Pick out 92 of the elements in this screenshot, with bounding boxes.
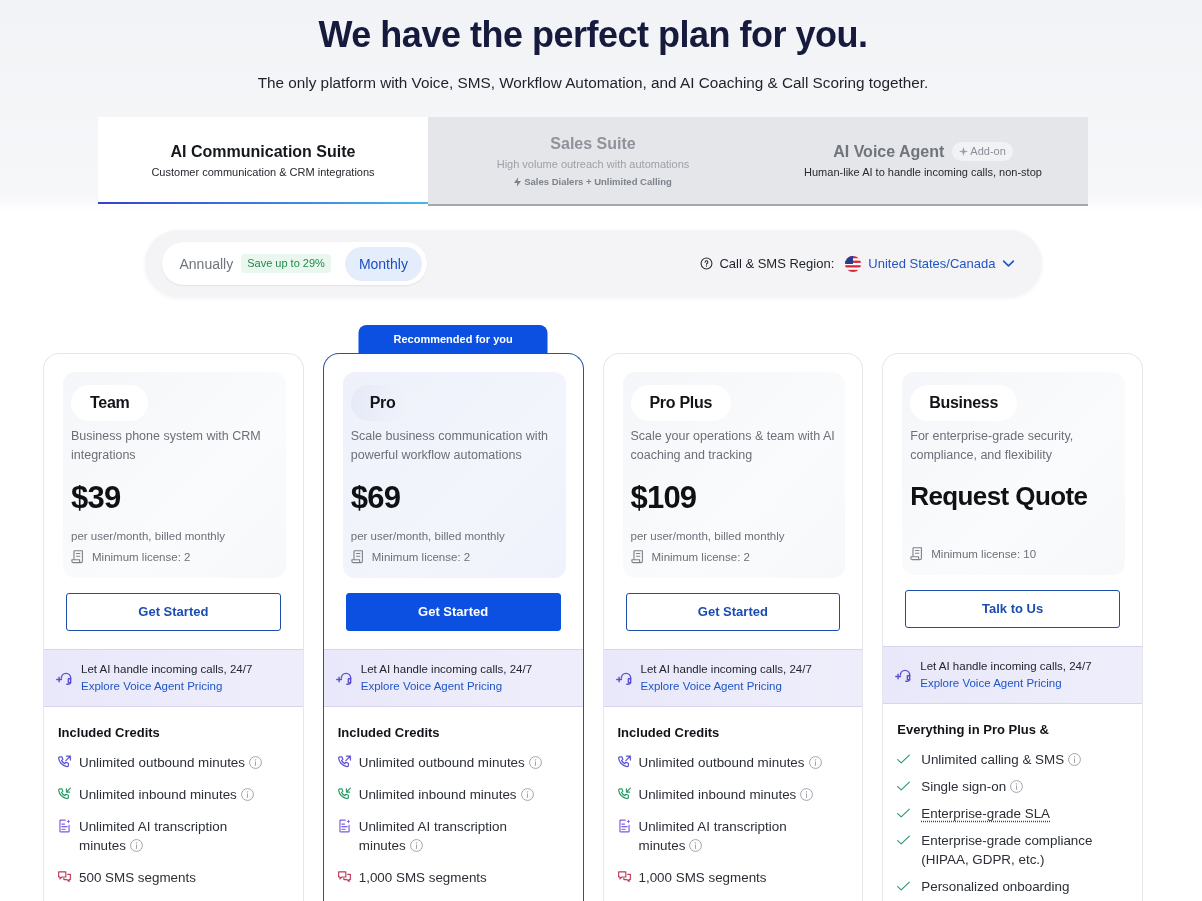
features-heading: Included Credits: [58, 724, 161, 741]
pricing-link[interactable]: Explore Voice Agent Pricing: [360, 678, 503, 695]
plan-description: Scale your operations & team with AI coaching and tracking: [630, 428, 836, 464]
action-button[interactable]: Get Started: [345, 593, 561, 631]
check-icon: [897, 752, 911, 766]
chevron-down-icon: [1001, 257, 1015, 270]
addon-badge: Add-on: [952, 142, 1013, 161]
plan-price: $39: [71, 480, 121, 516]
action-button[interactable]: Get Started: [625, 593, 841, 631]
billing-option[interactable]: Annually: [165, 246, 242, 281]
headset-plus-icon: [335, 670, 353, 686]
feature-text: Unlimited inbound minutes: [358, 787, 517, 802]
billing-note: per user/month, billed monthly: [350, 529, 505, 544]
minimum-license-text: Minimum license: 10: [931, 547, 1037, 562]
document-icon: [71, 550, 84, 564]
feature-text: Unlimited outbound minutes: [638, 755, 805, 770]
plan-description: For enterprise-grade security, compliance, and flexibility: [910, 428, 1075, 464]
chat-bubbles-icon: [337, 870, 351, 884]
plan-description: Business phone system with CRM integrations: [71, 428, 262, 464]
plan-price: $109: [630, 480, 697, 516]
pricing-link[interactable]: Explore Voice Agent Pricing: [81, 678, 223, 695]
feature-text: Personalized onboarding: [921, 879, 1070, 894]
feature-text: Enterprise-grade compliance (HIPAA, GDPR, etc.): [921, 833, 1093, 867]
feature-text: Unlimited outbound minutes: [79, 755, 245, 770]
promo-text: Let AI handle incoming calls, 24/7: [920, 659, 1092, 674]
chat-bubbles-icon: [58, 870, 71, 884]
pricing-link[interactable]: Explore Voice Agent Pricing: [920, 675, 1062, 692]
feature-text: Unlimited AI transcription minutes: [79, 819, 228, 853]
document-sparkle-icon: [58, 819, 71, 833]
features-heading: Everything in Pro Plus &: [897, 721, 1050, 738]
discount-badge: Save up to 29%: [241, 254, 331, 273]
page-subtitle: The only platform with Voice, SMS, Workflow Automation, and AI Coaching & Call Scoring together.: [257, 73, 929, 93]
minimum-license-text: Minimum license: 2: [371, 550, 471, 565]
sparkle-icon: [959, 147, 969, 156]
plan-name: Team: [71, 385, 149, 421]
check-icon: [897, 806, 911, 820]
phone-outgoing-icon: [58, 755, 71, 769]
plan-price: Request Quote: [910, 480, 1088, 513]
feature-text: 1,000 SMS segments: [638, 870, 767, 885]
minimum-license-text: Minimum license: 2: [651, 550, 750, 565]
region-label: Call & SMS Region:: [719, 254, 835, 273]
check-icon: [897, 779, 911, 793]
check-icon: [897, 833, 911, 847]
feature-text: 500 SMS segments: [79, 870, 196, 885]
flag-icon: [844, 254, 863, 273]
plan-description: Scale business communication with powerful workflow automations: [350, 428, 550, 464]
phone-outgoing-icon: [337, 755, 351, 769]
document-icon: [350, 550, 364, 564]
promo-text: Let AI handle incoming calls, 24/7: [360, 662, 533, 677]
document-sparkle-icon: [617, 819, 631, 833]
recommended-banner: Recommended for you: [358, 325, 548, 354]
check-icon: [897, 879, 911, 893]
feature-text: Single sign-on: [921, 779, 1007, 794]
headset-plus-icon: [615, 670, 633, 686]
promo-text: Let AI handle incoming calls, 24/7: [640, 662, 812, 677]
features-heading: Included Credits: [337, 724, 441, 741]
headset-plus-icon: [895, 667, 913, 683]
feature-text: Unlimited inbound minutes: [79, 787, 237, 802]
suite-tab[interactable]: AI Communication Suite Customer communication & CRM integrations: [98, 117, 428, 206]
billing-option[interactable]: Monthly: [344, 246, 422, 281]
feature-text: 1,000 SMS segments: [358, 870, 487, 885]
plan-name: Business: [910, 385, 1017, 421]
feature-text: Unlimited outbound minutes: [358, 755, 525, 770]
feature-text: Unlimited calling & SMS: [921, 752, 1065, 767]
document-icon: [630, 550, 644, 564]
plan-price: $69: [350, 480, 401, 516]
document-sparkle-icon: [337, 819, 351, 833]
region-dropdown[interactable]: United States/Canada: [844, 253, 1015, 274]
phone-incoming-icon: [337, 787, 351, 801]
promo-text: Let AI handle incoming calls, 24/7: [81, 662, 253, 677]
plan-name: Pro Plus: [630, 385, 731, 421]
chat-bubbles-icon: [617, 870, 631, 884]
headset-plus-icon: [56, 670, 73, 686]
feature-text: Enterprise-grade SLA: [921, 806, 1051, 821]
minimum-license-text: Minimum license: 2: [92, 550, 191, 565]
phone-incoming-icon: [617, 787, 631, 801]
help-icon: [700, 257, 714, 270]
action-button[interactable]: Talk to Us: [905, 590, 1120, 628]
document-icon: [910, 547, 924, 561]
action-button[interactable]: Get Started: [66, 593, 281, 631]
bolt-icon: [514, 176, 522, 187]
feature-text: Unlimited AI transcription minutes: [358, 819, 507, 853]
pricing-link[interactable]: Explore Voice Agent Pricing: [640, 678, 782, 695]
phone-outgoing-icon: [617, 755, 631, 769]
page-title: We have the perfect plan for you.: [318, 14, 868, 56]
billing-note: per user/month, billed monthly: [630, 529, 785, 544]
feature-text: Unlimited inbound minutes: [638, 787, 797, 802]
suite-tab[interactable]: AI Voice Agent Add-on Human-like AI to handle incoming calls, non-stop: [758, 117, 1088, 206]
billing-note: per user/month, billed monthly: [71, 529, 226, 544]
phone-incoming-icon: [58, 787, 71, 801]
features-heading: Included Credits: [617, 724, 721, 741]
feature-text: Unlimited AI transcription minutes: [638, 819, 787, 853]
